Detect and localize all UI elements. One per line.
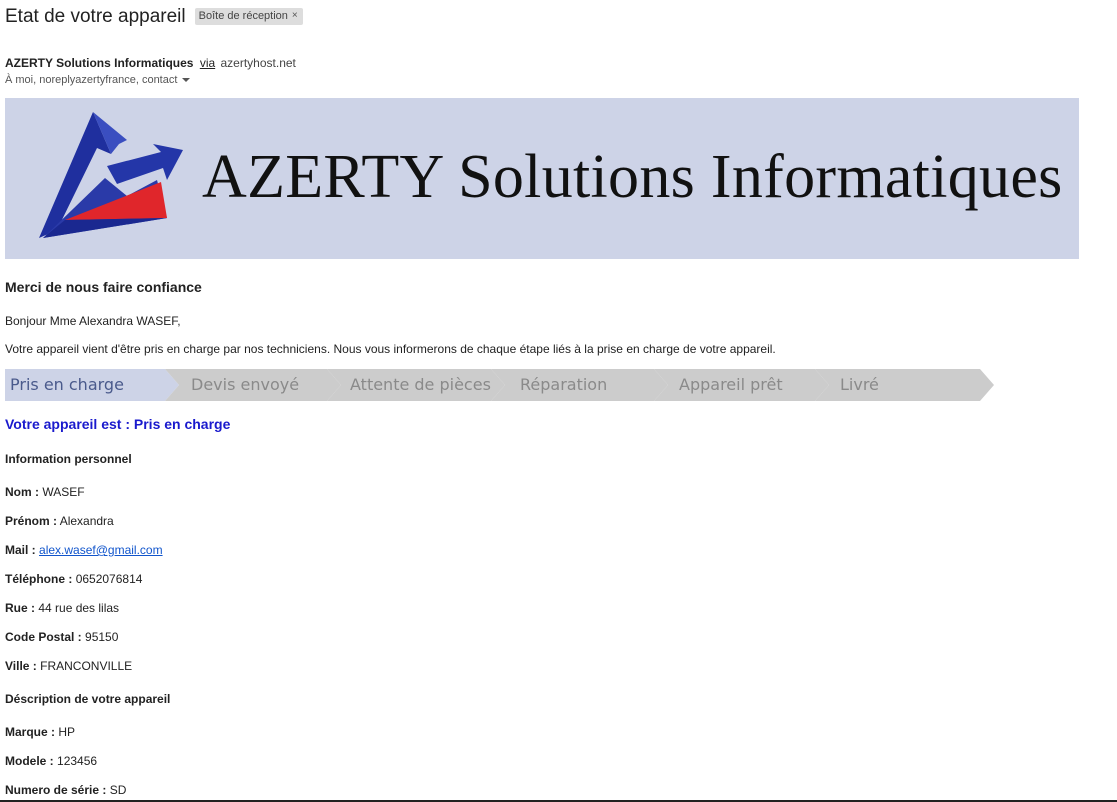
thanks-heading: Merci de nous faire confiance <box>5 279 202 295</box>
field-value: 44 rue des lilas <box>38 601 120 615</box>
field-label: Numero de série : <box>5 783 107 797</box>
inbox-label-chip[interactable]: Boîte de réception × <box>194 7 303 25</box>
inbox-label-text: Boîte de réception <box>198 9 288 22</box>
greeting-text: Bonjour Mme Alexandra WASEF, <box>5 314 181 328</box>
personal-field: Nom : WASEF <box>5 485 85 499</box>
sender-row: AZERTY Solutions Informatiques via azert… <box>5 56 296 70</box>
field-value: SD <box>109 783 127 797</box>
device-field: Numero de série : SD <box>5 783 126 797</box>
personal-field: Téléphone : 0652076814 <box>5 572 142 586</box>
email-link[interactable]: alex.wasef@gmail.com <box>39 543 163 557</box>
company-banner: AZERTY Solutions Informatiques <box>5 98 1079 259</box>
step-label: Appareil prêt <box>679 375 783 394</box>
field-value: 123456 <box>57 754 98 768</box>
field-label: Marque : <box>5 725 56 739</box>
device-field: Marque : HP <box>5 725 75 739</box>
field-value: HP <box>58 725 76 739</box>
step-4: Réparation <box>491 369 668 401</box>
step-label: Devis envoyé <box>191 375 300 394</box>
personal-info-heading: Information personnel <box>5 452 132 466</box>
device-description-heading: Déscription de votre appareil <box>5 692 171 706</box>
intro-text: Votre appareil vient d'être pris en char… <box>5 342 776 356</box>
sender-name[interactable]: AZERTY Solutions Informatiques <box>5 56 193 70</box>
field-value: FRANCONVILLE <box>40 659 133 673</box>
via-domain: azertyhost.net <box>220 56 296 70</box>
remove-label-icon[interactable]: × <box>292 10 298 21</box>
field-label: Téléphone : <box>5 572 73 586</box>
progress-steps: Pris en charge Devis envoyé Attente de piè… <box>5 369 994 401</box>
via-link[interactable]: via <box>200 56 215 70</box>
step-6: Livré <box>815 369 994 401</box>
personal-field: Rue : 44 rue des lilas <box>5 601 119 615</box>
field-label: Mail : <box>5 543 36 557</box>
field-value: Alexandra <box>59 514 114 528</box>
company-logo-icon <box>39 112 183 238</box>
chevron-down-icon[interactable] <box>182 78 191 82</box>
step-3: Attente de pièces <box>327 369 505 401</box>
field-label: Ville : <box>5 659 37 673</box>
step-label: Réparation <box>520 375 608 394</box>
personal-field: Ville : FRANCONVILLE <box>5 659 132 673</box>
field-value: WASEF <box>42 485 85 499</box>
email-subject: Etat de votre appareil <box>5 6 186 27</box>
subject-row: Etat de votre appareil Boîte de réceptio… <box>5 6 303 28</box>
field-label: Rue : <box>5 601 35 615</box>
field-label: Modele : <box>5 754 54 768</box>
personal-field: Mail : alex.wasef@gmail.com <box>5 543 163 557</box>
step-label: Livré <box>840 375 879 394</box>
step-2: Devis envoyé <box>165 369 341 401</box>
banner-title: AZERTY Solutions Informatiques <box>202 143 1063 211</box>
personal-field: Prénom : Alexandra <box>5 514 114 528</box>
field-label: Code Postal : <box>5 630 82 644</box>
personal-field: Code Postal : 95150 <box>5 630 118 644</box>
field-label: Prénom : <box>5 514 58 528</box>
field-value: 95150 <box>85 630 119 644</box>
step-label: Attente de pièces <box>350 375 491 394</box>
field-value: 0652076814 <box>75 572 143 586</box>
step-5: Appareil prêt <box>654 369 829 401</box>
field-label: Nom : <box>5 485 39 499</box>
recipients-row[interactable]: À moi, noreplyazertyfrance, contact <box>5 74 191 86</box>
device-status: Votre appareil est : Pris en charge <box>5 416 231 432</box>
recipients-text: À moi, noreplyazertyfrance, contact <box>5 74 178 86</box>
step-label: Pris en charge <box>10 375 124 394</box>
device-field: Modele : 123456 <box>5 754 97 768</box>
step-1: Pris en charge <box>5 369 179 401</box>
